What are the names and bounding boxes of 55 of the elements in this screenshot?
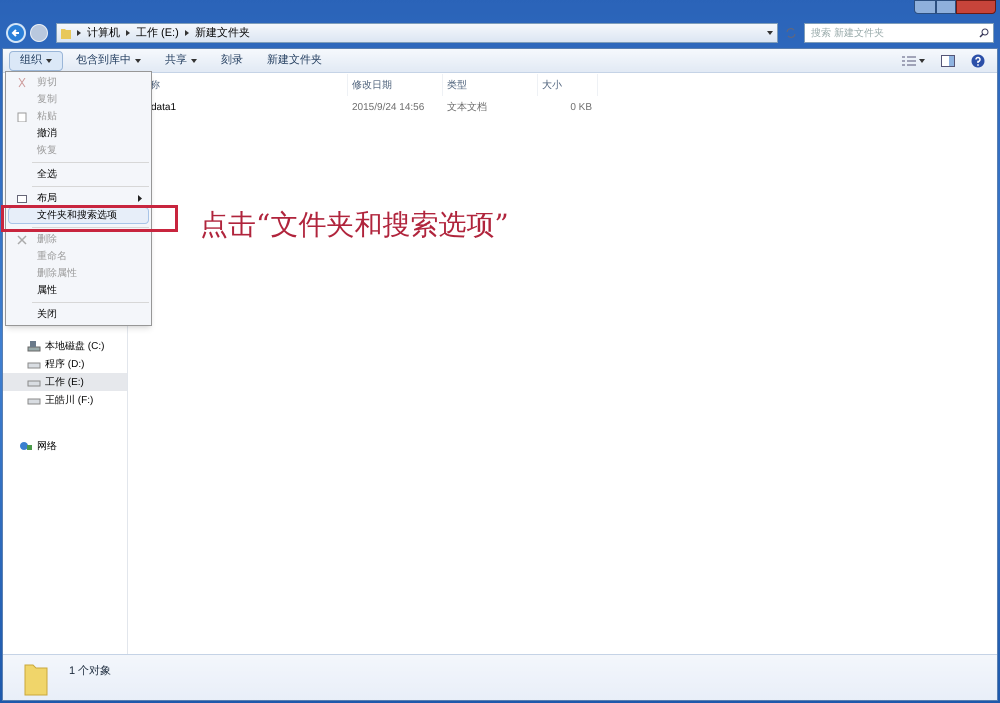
menu-item[interactable]: 文件夹和搜索选项	[8, 207, 149, 224]
clipboard-icon	[17, 112, 27, 122]
item-count: 1 个对象	[69, 664, 112, 679]
chevron-icon	[77, 30, 81, 36]
toolbar-button[interactable]: 组织	[9, 50, 63, 70]
maximize-button[interactable]	[936, 0, 956, 14]
minimize-button[interactable]	[914, 0, 936, 14]
arrow-icon	[11, 28, 21, 38]
file-size: 0 KB	[569, 100, 593, 114]
caret-icon	[46, 58, 52, 62]
toolbar-button[interactable]: 共享	[154, 50, 208, 70]
annotation-text: 点击“文件夹和搜索选项”	[200, 207, 509, 243]
sidebar-item[interactable]: 王皓川 (F:)	[3, 391, 127, 409]
modified-date: 2015/9/24 14:56	[351, 100, 426, 114]
list-icon	[902, 56, 916, 66]
forward-button[interactable]	[30, 24, 48, 42]
caret-icon	[191, 58, 197, 62]
toolbar-button[interactable]: 新建文件夹	[256, 50, 333, 70]
menu-item[interactable]: 布局	[8, 190, 149, 207]
window-icon	[17, 194, 27, 204]
pane-icon	[941, 54, 955, 66]
drive-icon	[27, 340, 41, 352]
sidebar-item[interactable]: 程序 (D:)	[3, 355, 127, 373]
dropdown-arrow-icon[interactable]	[767, 31, 773, 35]
menu-item[interactable]: 关闭	[8, 306, 149, 323]
back-button[interactable]	[6, 23, 26, 43]
column-header[interactable]: 修改日期	[348, 74, 443, 96]
column-header[interactable]: 大小	[538, 74, 598, 96]
scissors-icon	[17, 78, 27, 88]
column-header[interactable]: 类型	[443, 74, 538, 96]
chevron-icon	[184, 30, 189, 36]
sidebar-item[interactable]: 本地磁盘 (C:)	[3, 337, 127, 355]
breadcrumb[interactable]: 计算机	[87, 24, 120, 42]
network-icon	[19, 440, 33, 452]
menu-item[interactable]: 撤消	[8, 125, 149, 142]
menu-item[interactable]: 全选	[8, 166, 149, 183]
caret-icon	[919, 58, 925, 62]
caret-icon	[135, 58, 141, 62]
toolbar-button[interactable]: 刻录	[210, 50, 254, 70]
search-icon	[979, 28, 989, 38]
search-field[interactable]: 搜索 新建文件夹	[804, 23, 994, 43]
menu-item[interactable]: 属性	[8, 282, 149, 299]
breadcrumb[interactable]: 新建文件夹	[194, 24, 250, 42]
toolbar-button[interactable]: 包含到库中	[65, 50, 152, 70]
chevron-icon	[126, 30, 130, 36]
submenu-arrow-icon	[138, 195, 142, 202]
folder-icon	[61, 27, 71, 39]
cross-icon	[17, 234, 27, 244]
sidebar-item[interactable]: 网络	[3, 437, 127, 455]
breadcrumb[interactable]: 工作 (E:)	[136, 24, 179, 42]
address-bar[interactable]: 计算机 工作 (E:) 新建文件夹	[56, 23, 778, 43]
question-mark-icon	[971, 54, 985, 68]
file-name[interactable]: data1	[151, 100, 176, 114]
sidebar-item[interactable]: 工作 (E:)	[3, 373, 127, 391]
file-type: 文本文档	[446, 100, 488, 114]
